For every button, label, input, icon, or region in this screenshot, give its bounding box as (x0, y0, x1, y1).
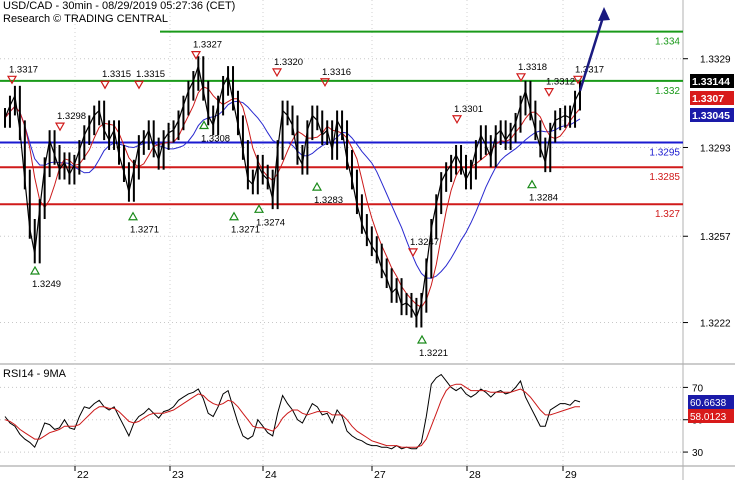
pivot-low-label: 1.3221 (419, 348, 448, 359)
pivot-low-label: 1.3274 (256, 217, 285, 228)
pivot-high-marker (451, 115, 463, 124)
pivot-low-marker (416, 334, 428, 344)
pivot-high-marker (99, 80, 111, 90)
level-label: 1.334 (655, 37, 680, 48)
pivot-high-marker (133, 80, 145, 90)
pivot-high-marker (54, 122, 66, 132)
forecast-arrow (578, 7, 610, 92)
pivot-high-marker (271, 68, 283, 78)
rsi-panel (4, 373, 581, 450)
pivot-high-label: 1.3316 (322, 67, 351, 78)
pivot-high-label: 1.3315 (136, 69, 165, 80)
chart-source: Research © TRADING CENTRAL (3, 13, 168, 25)
price-bars (4, 56, 581, 328)
forecast-arrow-head (598, 7, 610, 21)
pivot-high-label: 1.3317 (575, 64, 604, 75)
level-label: 1.3295 (649, 148, 680, 159)
price-tag-label: 1.33144 (692, 76, 730, 88)
y-tick-label: 1.3293 (700, 143, 731, 154)
pivot-high-label: 1.3315 (102, 69, 131, 80)
level-label: 1.332 (655, 86, 680, 97)
x-tick-label: 24 (265, 469, 277, 480)
pivot-high-label: 1.3317 (9, 64, 38, 75)
chart-area: 1.334 1.332 1.3295 1.3285 1.327 1.3249 1.3271… (0, 0, 735, 480)
level-label: 1.3285 (649, 172, 680, 183)
price-line (4, 63, 581, 320)
pivot-low-label: 1.3284 (529, 193, 558, 204)
price-tag-label: 1.33045 (692, 110, 730, 122)
pivot-high-label: 1.3312 (546, 77, 575, 88)
chart-title: USD/CAD - 30min - 08/29/2019 05:27:36 (C… (3, 0, 236, 12)
forecast-arrow-line (578, 13, 606, 92)
pivot-high-label: 1.3247 (410, 237, 439, 248)
pivot-high-marker (6, 75, 18, 85)
price-tag-label: 1.3307 (692, 93, 724, 105)
pivot-low-label: 1.3249 (32, 279, 61, 290)
x-tick-label: 23 (172, 469, 184, 480)
rsi-line (4, 373, 581, 450)
level-label: 1.327 (655, 209, 680, 220)
pivot-high-marker (515, 73, 527, 83)
pivot-low-marker (253, 204, 265, 213)
y-tick-label: 1.3222 (700, 319, 731, 330)
x-tick-label: 22 (77, 469, 89, 480)
pivot-low-marker (311, 181, 323, 191)
pivot-high-label: 1.3318 (518, 62, 547, 73)
pivot-low-label: 1.3271 (130, 225, 159, 236)
rsi-tag-label: 60.6638 (690, 398, 727, 409)
pivot-low-label: 1.3308 (201, 133, 230, 144)
price-tags: 1.33144 1.3307 1.33045 60.6638 58.0123 (688, 74, 734, 423)
pivot-low-marker (526, 179, 538, 189)
rsi-title: RSI14 - 9MA (3, 368, 66, 380)
pivot-markers: 1.32491.32711.33081.32711.32741.32831.32… (6, 40, 604, 359)
x-tick-label: 29 (565, 469, 577, 480)
pivot-high-marker (543, 88, 555, 97)
time-axis: 22 23 24 27 28 29 (74, 466, 577, 480)
pivot-high-label: 1.3320 (274, 57, 303, 68)
rsi-tag-label: 58.0123 (690, 412, 727, 423)
y-tick-label: 1.3329 (700, 55, 731, 66)
pivot-high-label: 1.3301 (454, 104, 483, 115)
pivot-high-marker (407, 248, 419, 258)
x-tick-label: 27 (374, 469, 386, 480)
pivot-low-marker (228, 211, 240, 221)
pivot-high-marker (319, 78, 331, 87)
y-tick-label: 1.3257 (700, 232, 731, 243)
pivot-low-marker (29, 265, 41, 275)
x-tick-label: 28 (469, 469, 481, 480)
rsi-y-tick-label: 70 (692, 383, 704, 394)
pivot-low-marker (127, 211, 139, 221)
pivot-high-label: 1.3298 (57, 111, 86, 122)
pivot-low-label: 1.3283 (314, 195, 343, 206)
rsi-y-tick-label: 30 (692, 448, 704, 459)
pivot-high-label: 1.3327 (193, 40, 222, 51)
